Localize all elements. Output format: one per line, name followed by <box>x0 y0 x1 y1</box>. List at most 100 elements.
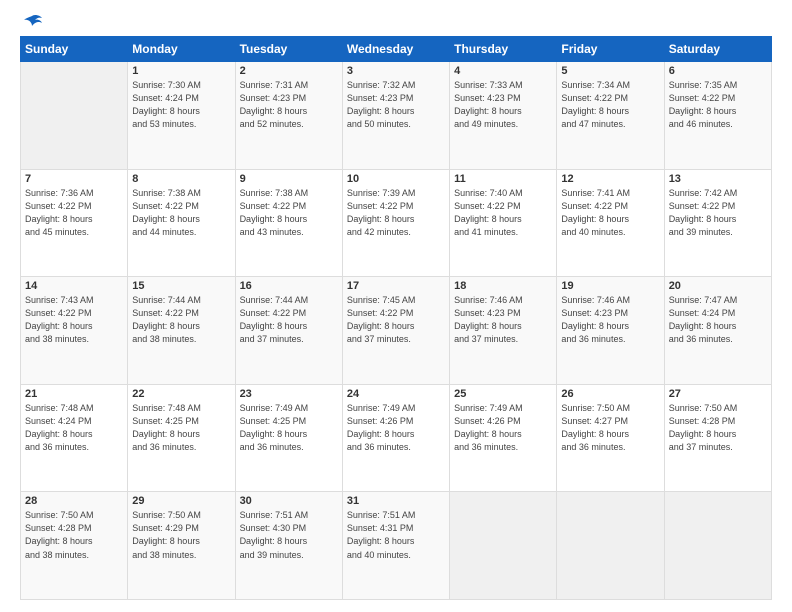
calendar-cell: 26 Sunrise: 7:50 AMSunset: 4:27 PMDayligh… <box>557 384 664 492</box>
day-number: 28 <box>25 495 123 507</box>
calendar-cell <box>21 62 128 170</box>
calendar-cell: 5Sunrise: 7:34 AMSunset: 4:22 PMDaylight… <box>557 62 664 170</box>
day-header-tuesday: Tuesday <box>235 37 342 62</box>
day-info: Sunrise: 7:50 AMSunset: 4:28 PMDaylight:… <box>669 402 767 454</box>
day-info: Sunrise: 7:30 AMSunset: 4:24 PMDaylight:… <box>132 79 230 131</box>
day-number: 11 <box>454 173 552 185</box>
day-number: 5 <box>561 65 659 77</box>
calendar-cell <box>450 492 557 600</box>
calendar-body: 1Sunrise: 7:30 AMSunset: 4:24 PMDaylight… <box>21 62 772 600</box>
calendar-cell: 14Sunrise: 7:43 AMSunset: 4:22 PMDayligh… <box>21 277 128 385</box>
calendar-cell: 21 Sunrise: 7:48 AMSunset: 4:24 PMDayligh… <box>21 384 128 492</box>
day-number: 21 <box>25 388 123 400</box>
day-number: 22 <box>132 388 230 400</box>
day-number: 30 <box>240 495 338 507</box>
day-number: 17 <box>347 280 445 292</box>
calendar-cell: 15Sunrise: 7:44 AMSunset: 4:22 PMDayligh… <box>128 277 235 385</box>
calendar-cell: 22Sunrise: 7:48 AMSunset: 4:25 PMDayligh… <box>128 384 235 492</box>
day-number: 31 <box>347 495 445 507</box>
day-info: Sunrise: 7:51 AMSunset: 4:30 PMDaylight:… <box>240 509 338 561</box>
day-info: Sunrise: 7:50 AMSunset: 4:27 PMDaylight:… <box>561 402 659 454</box>
calendar-table: SundayMondayTuesdayWednesdayThursdayFrid… <box>20 36 772 600</box>
calendar-cell: 13Sunrise: 7:42 AMSunset: 4:22 PMDayligh… <box>664 169 771 277</box>
day-info: Sunrise: 7:50 AMSunset: 4:28 PMDaylight:… <box>25 509 123 561</box>
calendar-cell: 27 Sunrise: 7:50 AMSunset: 4:28 PMDayligh… <box>664 384 771 492</box>
day-number: 18 <box>454 280 552 292</box>
day-number: 15 <box>132 280 230 292</box>
day-info: Sunrise: 7:49 AMSunset: 4:26 PMDaylight:… <box>454 402 552 454</box>
day-info: Sunrise: 7:40 AMSunset: 4:22 PMDaylight:… <box>454 187 552 239</box>
day-info: Sunrise: 7:44 AMSunset: 4:22 PMDaylight:… <box>240 294 338 346</box>
calendar-cell <box>664 492 771 600</box>
day-info: Sunrise: 7:49 AMSunset: 4:26 PMDaylight:… <box>347 402 445 454</box>
calendar-cell: 20 Sunrise: 7:47 AMSunset: 4:24 PMDayligh… <box>664 277 771 385</box>
calendar-cell <box>557 492 664 600</box>
calendar-cell: 16 Sunrise: 7:44 AMSunset: 4:22 PMDayligh… <box>235 277 342 385</box>
day-info: Sunrise: 7:35 AMSunset: 4:22 PMDaylight:… <box>669 79 767 131</box>
calendar-cell: 24 Sunrise: 7:49 AMSunset: 4:26 PMDayligh… <box>342 384 449 492</box>
day-header-sunday: Sunday <box>21 37 128 62</box>
header-row: SundayMondayTuesdayWednesdayThursdayFrid… <box>21 37 772 62</box>
week-row-5: 28 Sunrise: 7:50 AMSunset: 4:28 PMDayligh… <box>21 492 772 600</box>
day-header-saturday: Saturday <box>664 37 771 62</box>
header <box>20 18 772 26</box>
day-info: Sunrise: 7:50 AMSunset: 4:29 PMDaylight:… <box>132 509 230 561</box>
calendar-cell: 25 Sunrise: 7:49 AMSunset: 4:26 PMDayligh… <box>450 384 557 492</box>
calendar-cell: 11 Sunrise: 7:40 AMSunset: 4:22 PMDayligh… <box>450 169 557 277</box>
day-info: Sunrise: 7:39 AMSunset: 4:22 PMDaylight:… <box>347 187 445 239</box>
calendar-cell: 2Sunrise: 7:31 AMSunset: 4:23 PMDaylight… <box>235 62 342 170</box>
day-number: 9 <box>240 173 338 185</box>
calendar-cell: 1Sunrise: 7:30 AMSunset: 4:24 PMDaylight… <box>128 62 235 170</box>
day-info: Sunrise: 7:45 AMSunset: 4:22 PMDaylight:… <box>347 294 445 346</box>
day-info: Sunrise: 7:32 AMSunset: 4:23 PMDaylight:… <box>347 79 445 131</box>
day-header-monday: Monday <box>128 37 235 62</box>
day-number: 23 <box>240 388 338 400</box>
day-header-thursday: Thursday <box>450 37 557 62</box>
calendar-cell: 31 Sunrise: 7:51 AMSunset: 4:31 PMDayligh… <box>342 492 449 600</box>
day-info: Sunrise: 7:36 AMSunset: 4:22 PMDaylight:… <box>25 187 123 239</box>
day-info: Sunrise: 7:47 AMSunset: 4:24 PMDaylight:… <box>669 294 767 346</box>
calendar-cell: 10 Sunrise: 7:39 AMSunset: 4:22 PMDayligh… <box>342 169 449 277</box>
day-number: 24 <box>347 388 445 400</box>
week-row-1: 1Sunrise: 7:30 AMSunset: 4:24 PMDaylight… <box>21 62 772 170</box>
day-number: 27 <box>669 388 767 400</box>
day-info: Sunrise: 7:48 AMSunset: 4:24 PMDaylight:… <box>25 402 123 454</box>
day-number: 19 <box>561 280 659 292</box>
calendar-cell: 12 Sunrise: 7:41 AMSunset: 4:22 PMDayligh… <box>557 169 664 277</box>
day-info: Sunrise: 7:42 AMSunset: 4:22 PMDaylight:… <box>669 187 767 239</box>
day-number: 8 <box>132 173 230 185</box>
week-row-2: 7Sunrise: 7:36 AMSunset: 4:22 PMDaylight… <box>21 169 772 277</box>
calendar-cell: 17 Sunrise: 7:45 AMSunset: 4:22 PMDayligh… <box>342 277 449 385</box>
day-number: 3 <box>347 65 445 77</box>
calendar-cell: 7Sunrise: 7:36 AMSunset: 4:22 PMDaylight… <box>21 169 128 277</box>
day-number: 10 <box>347 173 445 185</box>
day-number: 12 <box>561 173 659 185</box>
day-info: Sunrise: 7:49 AMSunset: 4:25 PMDaylight:… <box>240 402 338 454</box>
day-info: Sunrise: 7:46 AMSunset: 4:23 PMDaylight:… <box>561 294 659 346</box>
day-number: 29 <box>132 495 230 507</box>
day-number: 25 <box>454 388 552 400</box>
calendar-cell: 30 Sunrise: 7:51 AMSunset: 4:30 PMDayligh… <box>235 492 342 600</box>
day-number: 4 <box>454 65 552 77</box>
day-number: 26 <box>561 388 659 400</box>
calendar-cell: 18 Sunrise: 7:46 AMSunset: 4:23 PMDayligh… <box>450 277 557 385</box>
calendar-header: SundayMondayTuesdayWednesdayThursdayFrid… <box>21 37 772 62</box>
calendar-cell: 19 Sunrise: 7:46 AMSunset: 4:23 PMDayligh… <box>557 277 664 385</box>
day-info: Sunrise: 7:51 AMSunset: 4:31 PMDaylight:… <box>347 509 445 561</box>
day-info: Sunrise: 7:41 AMSunset: 4:22 PMDaylight:… <box>561 187 659 239</box>
calendar-cell: 6Sunrise: 7:35 AMSunset: 4:22 PMDaylight… <box>664 62 771 170</box>
week-row-4: 21 Sunrise: 7:48 AMSunset: 4:24 PMDayligh… <box>21 384 772 492</box>
calendar-cell: 29 Sunrise: 7:50 AMSunset: 4:29 PMDayligh… <box>128 492 235 600</box>
week-row-3: 14Sunrise: 7:43 AMSunset: 4:22 PMDayligh… <box>21 277 772 385</box>
day-number: 20 <box>669 280 767 292</box>
day-info: Sunrise: 7:38 AMSunset: 4:22 PMDaylight:… <box>240 187 338 239</box>
calendar-cell: 4 Sunrise: 7:33 AMSunset: 4:23 PMDaylight… <box>450 62 557 170</box>
day-info: Sunrise: 7:46 AMSunset: 4:23 PMDaylight:… <box>454 294 552 346</box>
day-info: Sunrise: 7:33 AMSunset: 4:23 PMDaylight:… <box>454 79 552 131</box>
day-number: 14 <box>25 280 123 292</box>
calendar-cell: 3 Sunrise: 7:32 AMSunset: 4:23 PMDaylight… <box>342 62 449 170</box>
calendar-cell: 23 Sunrise: 7:49 AMSunset: 4:25 PMDayligh… <box>235 384 342 492</box>
day-number: 16 <box>240 280 338 292</box>
calendar-cell: 9 Sunrise: 7:38 AMSunset: 4:22 PMDaylight… <box>235 169 342 277</box>
day-header-friday: Friday <box>557 37 664 62</box>
